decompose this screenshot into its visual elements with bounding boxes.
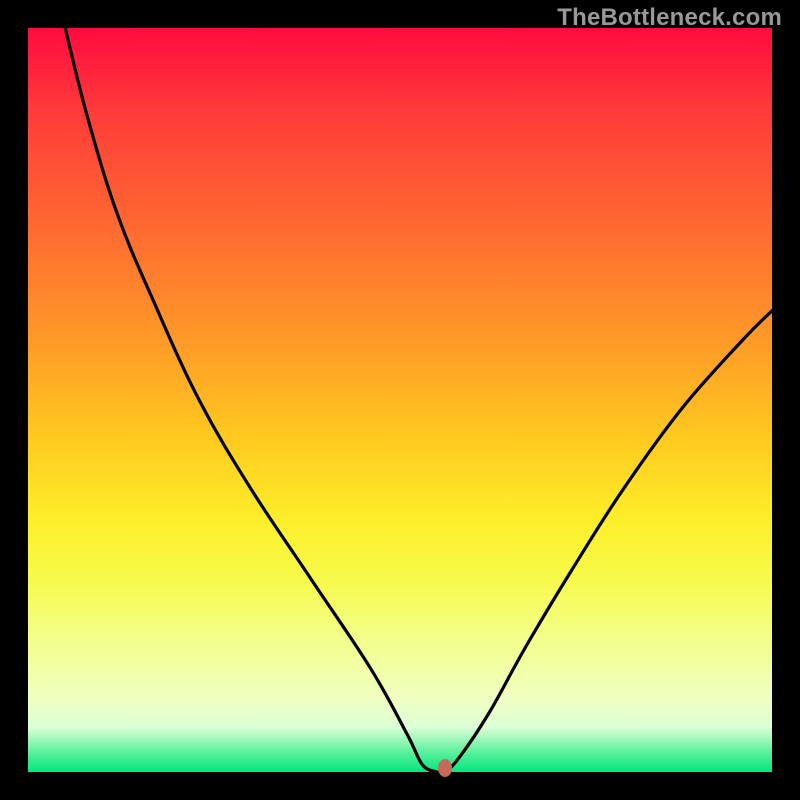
plot-area bbox=[28, 28, 772, 772]
min-marker bbox=[438, 759, 452, 777]
curve-svg bbox=[28, 28, 772, 772]
chart-frame: TheBottleneck.com bbox=[0, 0, 800, 800]
bottleneck-curve-path bbox=[65, 28, 772, 772]
watermark-text: TheBottleneck.com bbox=[557, 4, 782, 32]
